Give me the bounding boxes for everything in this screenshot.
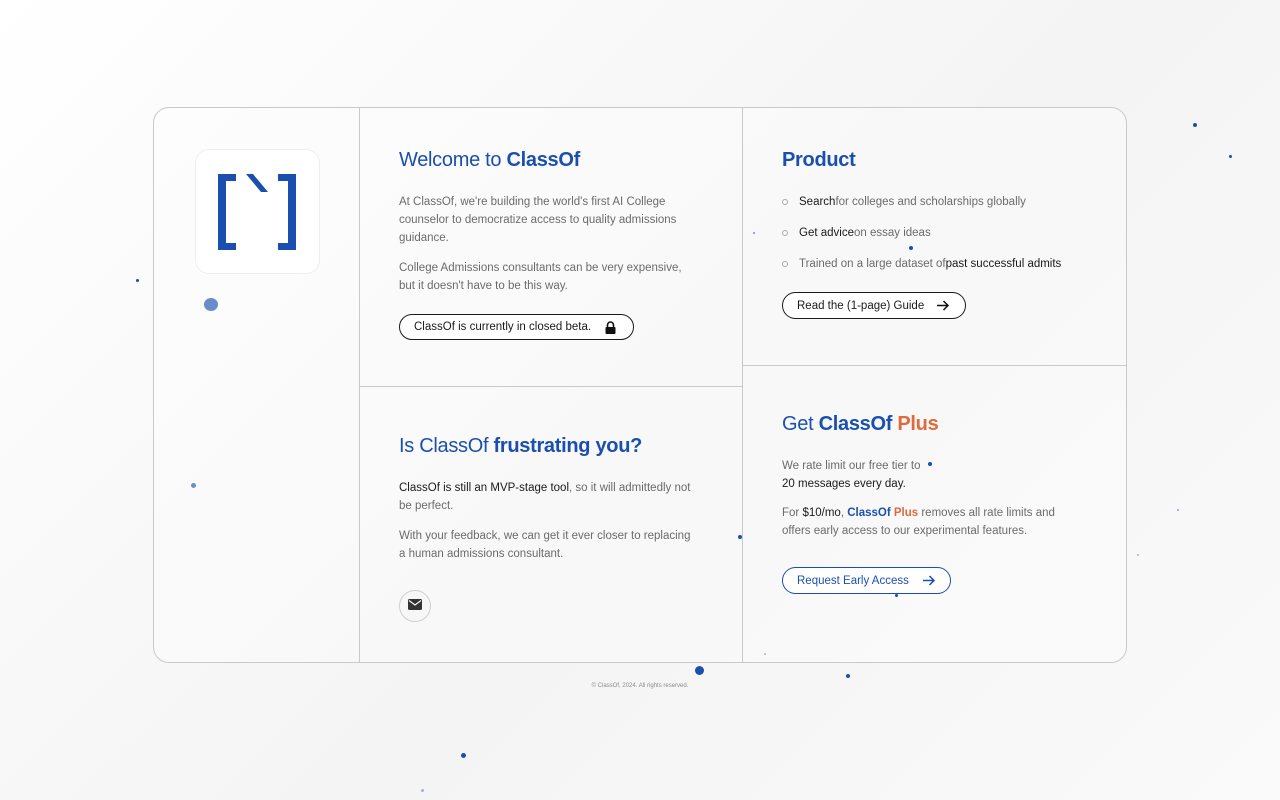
bullet-icon (782, 261, 788, 267)
welcome-title: Welcome to ClassOf (399, 149, 580, 171)
decor-dot (1177, 509, 1179, 511)
bullet-icon (782, 199, 788, 205)
decor-dot (136, 279, 139, 282)
welcome-section: Welcome to ClassOf At ClassOf, we're bui… (360, 108, 743, 387)
bullet-icon (782, 230, 788, 236)
arrow-right-icon (937, 300, 950, 311)
closed-beta-label: ClassOf is currently in closed beta. (414, 321, 592, 333)
plus-section: Get ClassOf Plus We rate limit our free … (743, 366, 1126, 662)
footer-copyright: © ClassOf, 2024. All rights reserved. (591, 683, 689, 689)
decor-dot (421, 789, 424, 792)
feedback-title: Is ClassOf frustrating you? (399, 435, 643, 457)
decor-dot (738, 535, 742, 539)
welcome-intro: At ClassOf, we're building the world's f… (399, 196, 677, 244)
lock-icon (605, 320, 616, 334)
product-feature-advice: Get advice on essay ideas (782, 227, 931, 239)
welcome-cost-note: College Admissions consultants can be ve… (399, 262, 682, 292)
classof-logo (195, 149, 320, 274)
envelope-icon (408, 597, 422, 615)
product-title: Product (782, 149, 856, 171)
closed-beta-badge[interactable]: ClassOf is currently in closed beta. (399, 314, 634, 340)
feedback-section: Is ClassOf frustrating you? ClassOf is s… (360, 387, 743, 662)
plus-title: Get ClassOf Plus (782, 413, 939, 435)
decor-dot (1137, 554, 1139, 556)
email-feedback-button[interactable] (399, 590, 431, 622)
product-feature-training: Trained on a large dataset of past succe… (782, 258, 1061, 270)
decor-dot (928, 462, 932, 466)
decor-dot (909, 246, 913, 250)
read-guide-button[interactable]: Read the (1-page) Guide (782, 292, 966, 319)
decor-dot (695, 666, 704, 675)
plus-pricing-note: For $10/mo, ClassOf Plus removes all rat… (782, 507, 1055, 537)
decor-dot (1229, 155, 1232, 158)
feedback-note: With your feedback, we can get it ever c… (399, 530, 691, 560)
product-section: Product Search for colleges and scholars… (743, 108, 1126, 366)
logo-column (154, 108, 360, 662)
decor-dot (1193, 123, 1197, 127)
request-early-access-label: Request Early Access (797, 574, 909, 587)
main-card: Welcome to ClassOf At ClassOf, we're bui… (153, 107, 1127, 663)
arrow-right-icon (922, 575, 936, 586)
request-early-access-button[interactable]: Request Early Access (782, 567, 951, 594)
decor-dot (461, 753, 466, 758)
mvp-note: ClassOf is still an MVP-stage tool, so i… (399, 482, 691, 512)
read-guide-label: Read the (1-page) Guide (797, 299, 925, 312)
decor-dot (753, 232, 755, 234)
product-feature-search: Search for colleges and scholarships glo… (782, 196, 1026, 208)
rate-limit-note: We rate limit our free tier to 20 message… (782, 460, 921, 490)
decor-dot (846, 674, 850, 678)
decor-dot (895, 594, 898, 597)
